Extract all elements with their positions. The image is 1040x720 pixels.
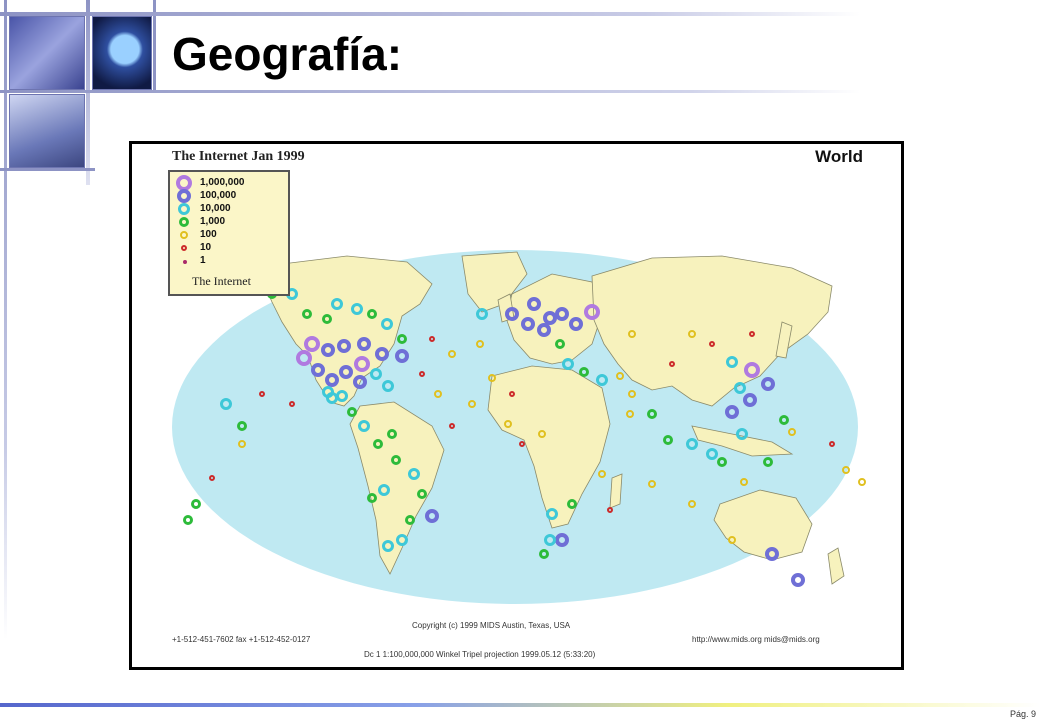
legend-circle-icon xyxy=(178,203,190,215)
decorative-photo-people xyxy=(9,16,85,90)
host-marker xyxy=(858,478,866,486)
page-number: Pág. 9 xyxy=(1009,709,1036,719)
slide-title: Geografía: xyxy=(172,28,403,80)
legend-item: 10,000 xyxy=(170,202,288,216)
footer-bar xyxy=(0,703,1040,707)
legend-circle-icon xyxy=(182,259,187,264)
land-new-zealand xyxy=(827,547,845,585)
legend-item: 1 xyxy=(170,254,288,268)
legend-label: 1,000 xyxy=(200,216,226,227)
legend-label: 10,000 xyxy=(200,203,231,214)
legend-item: 100,000 xyxy=(170,189,288,203)
land-madagascar xyxy=(609,473,623,509)
map-title: The Internet Jan 1999 xyxy=(172,149,305,164)
legend-label: 100,000 xyxy=(200,190,237,201)
host-marker xyxy=(791,573,805,587)
legend-label: 1,000,000 xyxy=(200,177,245,188)
legend-circle-icon xyxy=(180,231,188,239)
legend-item: 10 xyxy=(170,241,288,255)
legend-item: 1,000 xyxy=(170,215,288,229)
frame-line-short xyxy=(0,168,95,171)
map-projection-note: Dc 1 1:100,000,000 Winkel Tripel project… xyxy=(364,650,596,659)
decorative-photo-person xyxy=(9,94,85,168)
map-copyright: Copyright (c) 1999 MIDS Austin, Texas, U… xyxy=(412,621,571,630)
legend-item: 100 xyxy=(170,228,288,242)
map-phone: +1-512-451-7602 fax +1-512-452-0127 xyxy=(172,635,311,644)
map-legend: 1,000,000 100,000 10,000 1,000 100 10 1 The In… xyxy=(168,170,290,296)
legend-label: 10 xyxy=(200,242,212,253)
host-marker xyxy=(183,515,193,525)
frame-line-left xyxy=(4,0,7,640)
legend-circle-icon xyxy=(179,217,189,227)
legend-circle-icon xyxy=(181,245,187,251)
map-url: http://www.mids.org mids@mids.org xyxy=(692,635,820,644)
host-marker xyxy=(191,499,201,509)
internet-world-map: The Internet Jan 1999 World 1,000,000 100… xyxy=(129,141,904,670)
map-region-label: World xyxy=(815,147,863,166)
decorative-photo-globe xyxy=(92,16,152,90)
legend-label: 100 xyxy=(200,229,217,240)
legend-circle-icon xyxy=(177,189,191,203)
legend-item: 1,000,000 xyxy=(170,175,288,191)
frame-line-title-underline xyxy=(0,90,860,93)
legend-label: 1 xyxy=(200,255,206,266)
legend-caption: The Internet xyxy=(192,274,251,288)
